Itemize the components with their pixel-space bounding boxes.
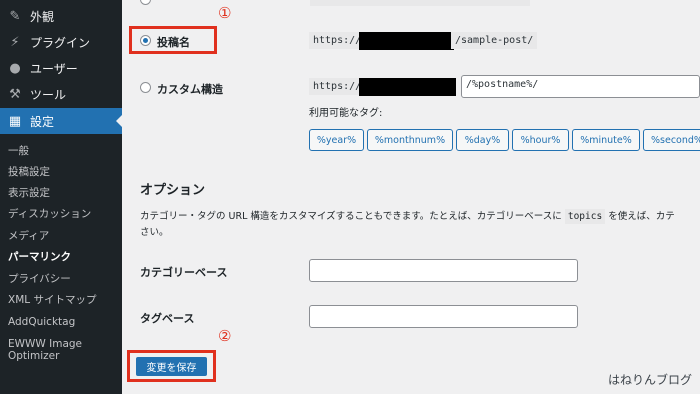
submenu-reading[interactable]: 表示設定 <box>8 187 50 199</box>
submenu-media[interactable]: メディア <box>8 230 49 242</box>
wrench-icon: ⚒ <box>9 86 21 102</box>
menu-label: 設定 <box>30 114 55 129</box>
submenu-xml-sitemap[interactable]: XML サイトマップ <box>8 294 96 306</box>
post-name-prefix: https:// <box>309 32 366 49</box>
submenu-writing[interactable]: 投稿設定 <box>8 166 50 178</box>
custom-structure-input[interactable]: /%postname%/ <box>461 75 700 98</box>
user-icon: ● <box>9 60 21 76</box>
post-name-suffix: /sample-post/ <box>451 32 538 49</box>
admin-sidebar: ✎ 外観 ⚡ プラグイン ● ユーザー ⚒ ツール ▦ 設定 一般 投稿設定 表… <box>0 0 122 394</box>
menu-plugins[interactable]: ⚡ プラグイン <box>0 29 122 55</box>
tag-button-day[interactable]: %day% <box>456 129 509 151</box>
radio-numeric[interactable] <box>140 0 151 5</box>
watermark: はねりんブログ <box>607 373 692 387</box>
paintbrush-icon: ✎ <box>9 8 21 24</box>
tag-base-label: タグベース <box>140 312 195 325</box>
annotation-marker-1: ① <box>218 4 232 22</box>
options-desc-text-end: を使えば、カテ <box>608 211 675 222</box>
tag-button-year[interactable]: %year% <box>309 129 364 151</box>
category-base-input[interactable] <box>309 259 578 282</box>
custom-label: カスタム構造 <box>157 83 223 96</box>
tag-button-second[interactable]: %second% <box>643 129 700 151</box>
menu-users[interactable]: ● ユーザー <box>0 55 122 81</box>
menu-label: 外観 <box>30 9 55 24</box>
category-base-label: カテゴリーベース <box>140 266 228 279</box>
tag-button-hour[interactable]: %hour% <box>512 129 569 151</box>
menu-label: ユーザー <box>30 61 78 76</box>
custom-prefix: https:// <box>309 78 366 95</box>
submenu-discussion[interactable]: ディスカッション <box>8 208 91 220</box>
numeric-example <box>310 0 530 6</box>
settings-icon: ▦ <box>8 113 22 129</box>
redacted-domain <box>359 78 456 96</box>
submenu-privacy[interactable]: プライバシー <box>8 273 71 285</box>
options-desc-code: topics <box>564 209 606 224</box>
menu-label: ツール <box>30 87 67 102</box>
post-name-label: 投稿名 <box>157 36 190 49</box>
submenu-addquicktag[interactable]: AddQuicktag <box>8 316 75 328</box>
available-tags-label: 利用可能なタグ: <box>309 108 383 119</box>
menu-tools[interactable]: ⚒ ツール <box>0 81 122 107</box>
save-button[interactable]: 変更を保存 <box>136 357 207 376</box>
menu-settings[interactable]: ▦ 設定 <box>0 108 122 134</box>
options-description-line2: さい。 <box>140 227 169 238</box>
menu-label: プラグイン <box>30 35 91 50</box>
annotation-marker-2: ② <box>218 327 232 345</box>
plugin-icon: ⚡ <box>10 34 20 50</box>
submenu-ewww[interactable]: EWWW Image Optimizer <box>8 338 103 362</box>
permalink-settings: ① 投稿名 https:// /sample-post/ カスタム構造 http… <box>122 0 700 394</box>
menu-appearance[interactable]: ✎ 外観 <box>0 3 122 29</box>
radio-custom[interactable] <box>140 82 151 93</box>
radio-post-name[interactable] <box>140 35 151 46</box>
options-heading: オプション <box>140 183 206 198</box>
redacted-domain <box>359 32 454 50</box>
tag-button-minute[interactable]: %minute% <box>572 129 640 151</box>
options-desc-text: カテゴリー・タグの URL 構造をカスタマイズすることもできます。たとえば、カテ… <box>140 211 562 222</box>
options-description: カテゴリー・タグの URL 構造をカスタマイズすることもできます。たとえば、カテ… <box>140 208 675 224</box>
tag-button-monthnum[interactable]: %monthnum% <box>367 129 453 151</box>
submenu-permalink[interactable]: パーマリンク <box>8 251 71 263</box>
submenu-general[interactable]: 一般 <box>8 145 29 157</box>
tag-base-input[interactable] <box>309 305 578 328</box>
